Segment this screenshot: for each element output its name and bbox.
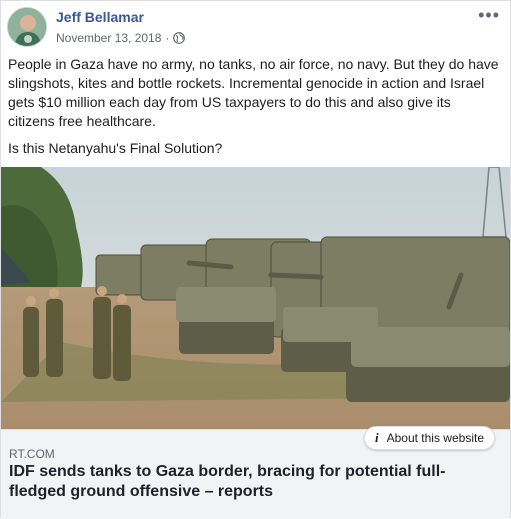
post-meta: November 13, 2018 · [56,31,186,45]
avatar-image [8,8,46,46]
more-options-icon[interactable]: ••• [478,5,500,26]
post-date[interactable]: November 13, 2018 [56,31,161,45]
post-paragraph: Is this Netanyahu's Final Solution? [8,140,223,156]
meta-separator: · [165,31,170,45]
facebook-post: Jeff Bellamar November 13, 2018 · ••• Pe… [0,0,511,519]
globe-icon[interactable] [173,32,186,44]
author-avatar[interactable] [7,7,47,47]
about-website-button[interactable]: i About this website [363,426,495,450]
post-paragraph: People in Gaza have no army, no tanks, n… [8,56,499,129]
tanks-photo [1,167,510,429]
post-text: People in Gaza have no army, no tanks, n… [8,55,500,166]
post-header: Jeff Bellamar November 13, 2018 · ••• [1,1,510,53]
link-domain: RT.COM [9,447,55,461]
about-website-label: About this website [386,431,484,445]
link-title[interactable]: IDF sends tanks to Gaza border, bracing … [9,462,479,502]
info-icon: i [374,430,379,445]
link-preview-image[interactable] [1,167,510,429]
author-name[interactable]: Jeff Bellamar [56,9,144,25]
